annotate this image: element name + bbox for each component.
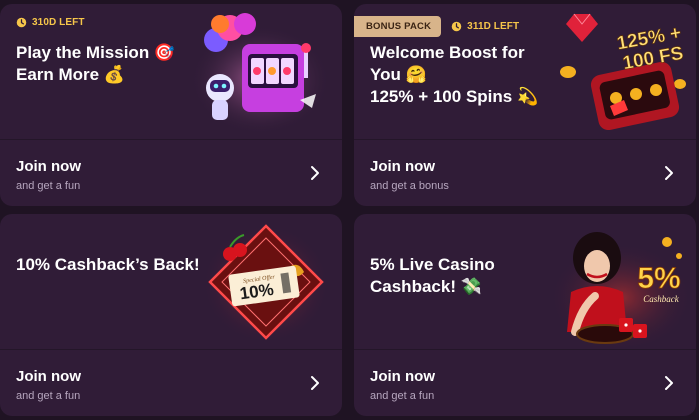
join-subtext: and get a bonus <box>370 180 449 192</box>
promo-title-line: 5% Live Casino <box>370 255 495 274</box>
promo-card-top[interactable]: 10% Cashback’s Back! Special Offer 10% <box>0 214 342 348</box>
join-now-label: Join now <box>370 368 435 385</box>
timer-text: 310D LEFT <box>32 17 85 28</box>
join-now-label: Join now <box>16 158 81 175</box>
promo-title: Play the Mission 🎯 Earn More 💰 <box>16 42 175 86</box>
promo-card-mission: 310D LEFT Play the Mission 🎯 Earn More 💰 <box>0 4 342 206</box>
promo-title: 10% Cashback’s Back! <box>16 254 200 276</box>
promo-card-top[interactable]: 310D LEFT Play the Mission 🎯 Earn More 💰 <box>0 4 342 138</box>
promo-title-line: Play the Mission 🎯 <box>16 43 176 62</box>
chevron-right-icon <box>311 376 319 390</box>
join-now-label: Join now <box>16 368 81 385</box>
promo-card-top[interactable]: BONUS PACK 311D LEFT Welcome Boost for Y… <box>354 4 696 138</box>
slot-machine-robot-illustration <box>190 13 330 135</box>
promo-title: Welcome Boost for You 🤗 125% + 100 Spins… <box>370 42 538 108</box>
clock-icon <box>16 17 27 28</box>
promo-card-live-casino: 5% Live Casino Cashback! 💸 5% Cashback J… <box>354 214 696 416</box>
live-dealer-illustration: 5% Cashback <box>549 232 693 347</box>
promo-title-line: Welcome Boost for <box>370 43 525 62</box>
chevron-right-icon <box>665 166 673 180</box>
timer-badge: 310D LEFT <box>16 17 85 28</box>
timer-text: 311D LEFT <box>467 21 520 32</box>
join-now-button[interactable]: Join now and get a fun <box>354 350 696 416</box>
promo-title-line: 10% Cashback’s Back! <box>16 255 200 274</box>
promo-title-line: Earn More 💰 <box>16 65 126 84</box>
promo-title-line: Cashback! 💸 <box>370 277 482 296</box>
promo-card-top[interactable]: 5% Live Casino Cashback! 💸 5% Cashback <box>354 214 696 348</box>
join-subtext: and get a fun <box>16 180 81 192</box>
dealer-subtext: Cashback <box>643 294 680 304</box>
join-subtext: and get a fun <box>370 390 435 402</box>
chevron-right-icon <box>665 376 673 390</box>
join-subtext: and get a fun <box>16 390 81 402</box>
clock-icon <box>451 21 462 32</box>
promo-card-welcome: BONUS PACK 311D LEFT Welcome Boost for Y… <box>354 4 696 206</box>
timer-badge: 311D LEFT <box>451 21 519 32</box>
join-now-button[interactable]: Join now and get a fun <box>0 140 342 206</box>
chevron-right-icon <box>311 166 319 180</box>
promo-title-line: 125% + 100 Spins 💫 <box>370 87 539 106</box>
join-now-button[interactable]: Join now and get a bonus <box>354 140 696 206</box>
promo-title: 5% Live Casino Cashback! 💸 <box>370 254 495 298</box>
bonus-pack-badge: BONUS PACK <box>354 16 442 37</box>
badge-row: 310D LEFT <box>16 17 85 28</box>
dealer-percent: 5% <box>637 262 680 295</box>
join-now-button[interactable]: Join now and get a fun <box>0 350 342 416</box>
slot-reels-gems-illustration: 125% + 100 FS <box>560 13 686 131</box>
join-now-label: Join now <box>370 158 435 175</box>
neon-cashback-ticket-illustration: Special Offer 10% <box>202 224 330 344</box>
promo-card-cashback: 10% Cashback’s Back! Special Offer 10% J… <box>0 214 342 416</box>
badge-row: BONUS PACK 311D LEFT <box>354 16 519 37</box>
promo-title-line: You 🤗 <box>370 65 427 84</box>
